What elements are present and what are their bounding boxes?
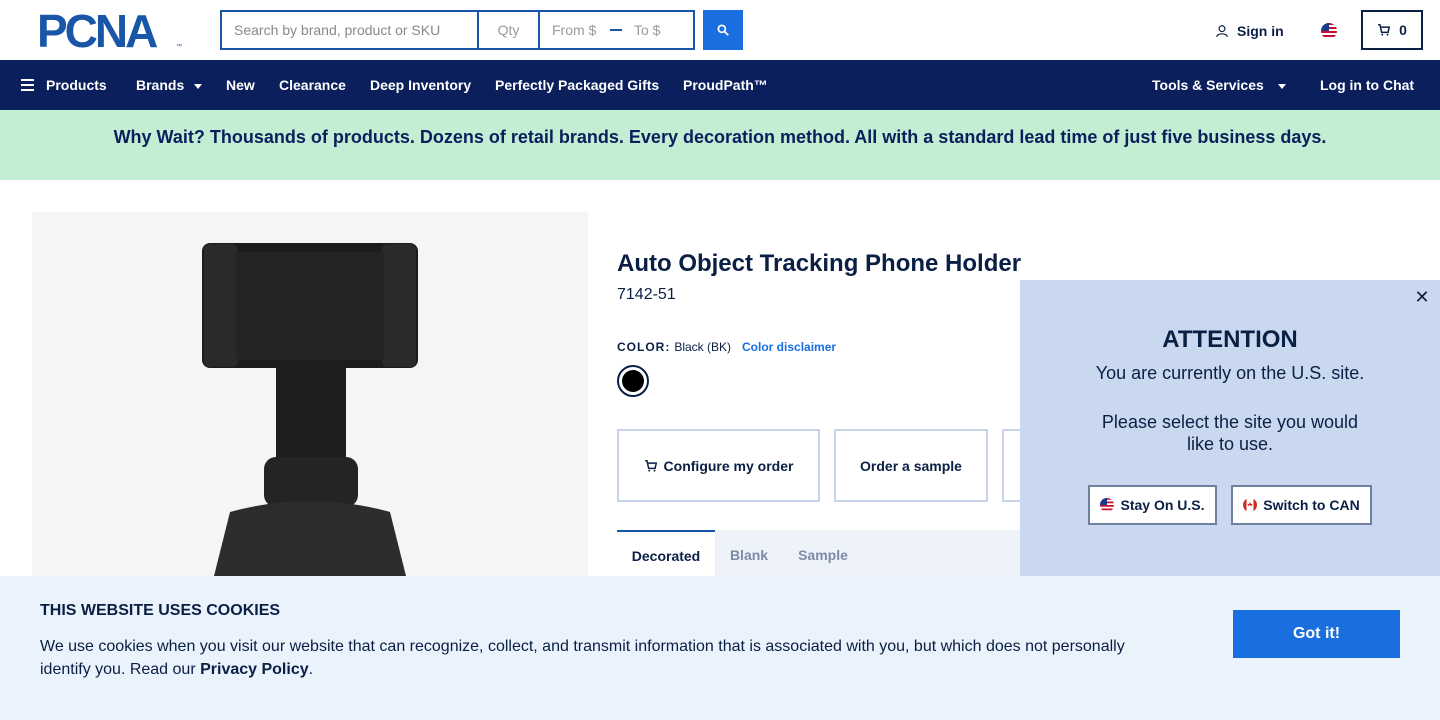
order-sample-button[interactable]: Order a sample bbox=[834, 429, 988, 502]
switch-can-label: Switch to CAN bbox=[1263, 497, 1360, 513]
chevron-down-icon bbox=[1277, 83, 1286, 89]
nav-products[interactable]: Products bbox=[21, 60, 107, 110]
sign-in-label: Sign in bbox=[1237, 23, 1284, 39]
site-header: PCNA ™ Sign in 0 bbox=[0, 0, 1440, 60]
nav-new[interactable]: New bbox=[226, 60, 255, 110]
search-input[interactable] bbox=[222, 12, 479, 48]
popup-line-use: like to use. bbox=[1186, 434, 1274, 454]
stay-us-label: Stay On U.S. bbox=[1120, 497, 1205, 513]
cookie-banner: THIS WEBSITE USES COOKIES We use cookies… bbox=[0, 576, 1440, 720]
nav-deep-inventory[interactable]: Deep Inventory bbox=[370, 60, 471, 110]
price-to-input[interactable] bbox=[622, 12, 692, 48]
nav-gifts-label: Perfectly Packaged Gifts bbox=[495, 77, 660, 93]
nav-brands[interactable]: Brands bbox=[136, 60, 203, 110]
nav-tools-label: Tools & Services bbox=[1152, 77, 1264, 93]
us-flag-icon bbox=[1100, 498, 1115, 512]
color-disclaimer-link[interactable]: Color disclaimer bbox=[742, 340, 836, 354]
order-sample-label: Order a sample bbox=[860, 457, 962, 474]
phone-holder-illustration bbox=[202, 243, 418, 592]
promo-banner: Why Wait? Thousands of products. Dozens … bbox=[0, 110, 1440, 180]
cart-count: 0 bbox=[1399, 22, 1407, 38]
promo-banner-text: Why Wait? Thousands of products. Dozens … bbox=[113, 127, 1327, 147]
color-row: COLOR: Black (BK) Color disclaimer bbox=[617, 340, 836, 354]
pricing-tabs: Decorated Blank Sample bbox=[617, 530, 1037, 580]
popup-line-select: Please select the site you would bbox=[1101, 412, 1359, 432]
us-flag-icon[interactable] bbox=[1321, 23, 1337, 39]
got-it-button[interactable]: Got it! bbox=[1233, 610, 1400, 658]
nav-products-label: Products bbox=[46, 77, 107, 93]
configure-order-button[interactable]: Configure my order bbox=[617, 429, 820, 502]
tab-blank[interactable]: Blank bbox=[715, 530, 783, 580]
canada-flag-icon bbox=[1243, 498, 1258, 512]
user-icon bbox=[1216, 25, 1228, 38]
logo-text: PCNA bbox=[37, 5, 158, 57]
site-select-popup: ✕ ATTENTION You are currently on the U.S… bbox=[1020, 280, 1440, 576]
product-title: Auto Object Tracking Phone Holder bbox=[617, 250, 1022, 277]
nav-proudpath-label: ProudPath™ bbox=[683, 77, 768, 93]
search-bar bbox=[220, 10, 695, 50]
nav-chat-label: Log in to Chat bbox=[1320, 77, 1415, 93]
cookie-text: We use cookies when you visit our websit… bbox=[40, 635, 1150, 681]
switch-can-button[interactable]: Switch to CAN bbox=[1231, 485, 1372, 525]
cookie-text-end: . bbox=[308, 661, 314, 678]
cart-icon bbox=[644, 459, 657, 472]
stay-us-button[interactable]: Stay On U.S. bbox=[1088, 485, 1217, 525]
price-from-input[interactable] bbox=[540, 12, 610, 48]
cart-button[interactable]: 0 bbox=[1361, 10, 1423, 50]
main-nav: Products Brands New Clearance Deep Inven… bbox=[0, 60, 1440, 110]
close-icon[interactable]: ✕ bbox=[1414, 288, 1430, 306]
tab-decorated[interactable]: Decorated bbox=[617, 530, 715, 580]
search-button[interactable] bbox=[703, 10, 743, 50]
logo-trademark: ™ bbox=[176, 44, 182, 50]
search-icon bbox=[717, 24, 729, 36]
color-value: Black (BK) bbox=[674, 340, 732, 354]
configure-order-label: Configure my order bbox=[663, 457, 794, 474]
color-swatch-black[interactable] bbox=[617, 365, 649, 397]
qty-input[interactable] bbox=[479, 12, 540, 48]
cookie-title: THIS WEBSITE USES COOKIES bbox=[40, 602, 281, 619]
privacy-policy-link[interactable]: Privacy Policy bbox=[200, 661, 309, 678]
popup-line-current-site: You are currently on the U.S. site. bbox=[1095, 363, 1365, 383]
nav-clearance-label: Clearance bbox=[279, 77, 346, 93]
nav-new-label: New bbox=[226, 77, 255, 93]
nav-brands-label: Brands bbox=[136, 77, 185, 93]
nav-deep-inventory-label: Deep Inventory bbox=[370, 77, 472, 93]
nav-tools-services[interactable]: Tools & Services bbox=[1152, 60, 1286, 110]
cart-icon bbox=[1378, 24, 1391, 36]
product-sku: 7142-51 bbox=[617, 286, 676, 303]
nav-gifts[interactable]: Perfectly Packaged Gifts bbox=[495, 60, 659, 110]
price-range-dash bbox=[610, 12, 622, 48]
hamburger-icon bbox=[21, 76, 34, 94]
nav-clearance[interactable]: Clearance bbox=[279, 60, 346, 110]
product-image[interactable] bbox=[32, 212, 588, 592]
chevron-down-icon bbox=[194, 83, 203, 89]
popup-title: ATTENTION bbox=[1162, 326, 1298, 353]
color-label: COLOR: bbox=[617, 340, 671, 354]
nav-proudpath[interactable]: ProudPath™ bbox=[683, 60, 768, 110]
nav-chat[interactable]: Log in to Chat bbox=[1320, 60, 1414, 110]
tab-sample[interactable]: Sample bbox=[783, 530, 863, 580]
sign-in-link[interactable]: Sign in bbox=[1215, 20, 1284, 42]
pcna-logo[interactable]: PCNA bbox=[37, 8, 185, 54]
